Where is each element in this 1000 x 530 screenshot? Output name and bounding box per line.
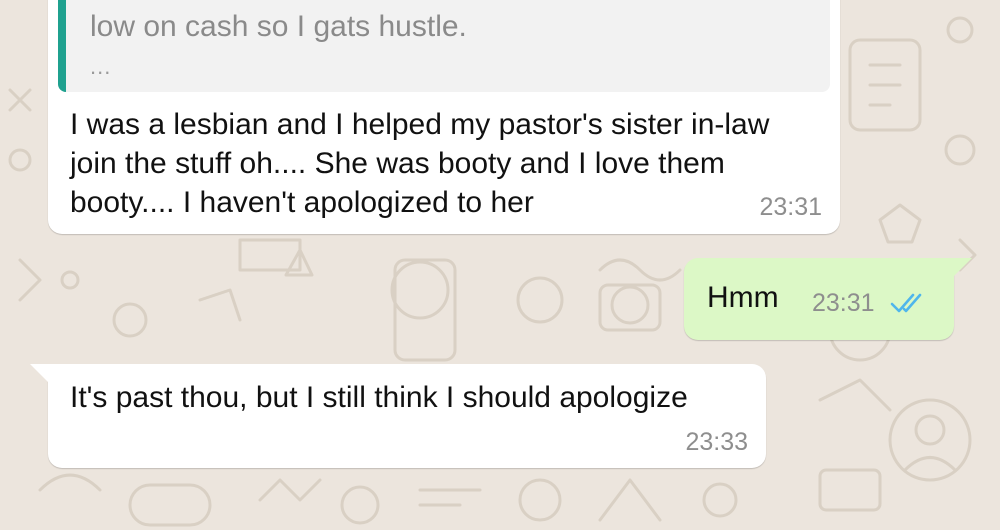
quoted-message[interactable]: low on cash so I gats hustle. ...	[58, 0, 830, 92]
message-bubble-incoming[interactable]: It's past thou, but I still think I shou…	[30, 364, 766, 468]
quoted-message-ellipsis: ...	[90, 54, 112, 79]
bubble-tail	[954, 258, 972, 276]
message-timestamp: 23:31	[759, 193, 822, 221]
quoted-message-text: low on cash so I gats hustle.	[90, 10, 467, 43]
message-text: Hmm	[707, 281, 779, 314]
message-text: I was a lesbian and I helped my pastor's…	[70, 108, 770, 219]
bubble-tail	[30, 364, 48, 382]
message-bubble-outgoing[interactable]: Hmm 23:31	[684, 258, 972, 340]
message-timestamp: 23:33	[685, 428, 748, 456]
quote-accent-bar	[58, 0, 66, 92]
double-check-icon	[890, 293, 922, 313]
message-bubble-incoming[interactable]: low on cash so I gats hustle. ... I was …	[48, 0, 840, 234]
message-timestamp: 23:31	[812, 289, 875, 317]
message-text: It's past thou, but I still think I shou…	[70, 381, 688, 414]
